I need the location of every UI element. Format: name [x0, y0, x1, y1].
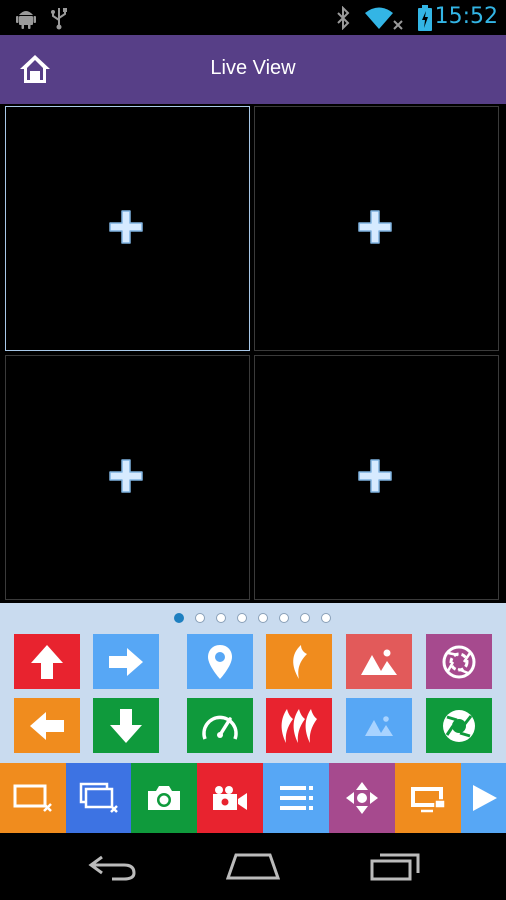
pan-left-button[interactable] — [14, 698, 80, 753]
iris-open-icon — [442, 645, 476, 678]
menu-icon — [280, 786, 313, 810]
record-icon — [213, 786, 247, 810]
ptz-controls — [0, 603, 506, 763]
back-icon[interactable] — [88, 853, 138, 881]
play-icon — [472, 785, 497, 811]
iris-open-button[interactable] — [426, 634, 492, 689]
page-dot[interactable] — [174, 613, 184, 623]
pan-right-button[interactable] — [93, 634, 159, 689]
focus-near-button[interactable] — [266, 634, 332, 689]
wifi-icon — [365, 7, 403, 30]
video-grid — [0, 104, 506, 603]
page-dot[interactable] — [321, 613, 331, 623]
bluetooth-icon — [337, 6, 350, 30]
page-title: Live View — [210, 57, 296, 79]
zoom-out-icon — [365, 715, 393, 736]
app-bar: Live View — [0, 35, 506, 104]
snapshot-button[interactable] — [131, 763, 197, 833]
arrow-up-icon — [31, 644, 63, 679]
ptz-button[interactable] — [329, 763, 395, 833]
page-dot[interactable] — [195, 613, 205, 623]
close-window-icon — [13, 784, 52, 812]
location-pin-icon — [208, 644, 232, 679]
page-dot[interactable] — [279, 613, 289, 623]
home-nav-icon[interactable] — [226, 851, 280, 881]
focus-icon — [293, 644, 307, 679]
page-dot[interactable] — [237, 613, 247, 623]
zoom-out-button[interactable] — [346, 698, 412, 753]
zoom-in-button[interactable] — [346, 634, 412, 689]
page-dot[interactable] — [216, 613, 226, 623]
record-button[interactable] — [197, 763, 263, 833]
page-dot[interactable] — [300, 613, 310, 623]
pan-down-button[interactable] — [93, 698, 159, 753]
close-all-icon — [79, 782, 118, 813]
add-icon[interactable] — [108, 209, 144, 245]
android-icon — [16, 11, 36, 29]
play-button[interactable] — [461, 763, 506, 833]
menu-button[interactable] — [263, 763, 329, 833]
arrow-left-icon — [30, 711, 64, 740]
preset-button[interactable] — [187, 634, 253, 689]
focus-far-button[interactable] — [266, 698, 332, 753]
recents-icon[interactable] — [370, 851, 420, 881]
iris-close-button[interactable] — [426, 698, 492, 753]
iris-close-icon — [443, 709, 475, 742]
screen-button[interactable] — [395, 763, 461, 833]
status-bar: 15:52 — [0, 0, 506, 35]
speed-button[interactable] — [187, 698, 253, 753]
page-dot[interactable] — [258, 613, 268, 623]
close-all-button[interactable] — [66, 763, 131, 833]
ptz-icon — [346, 782, 378, 814]
video-cell-3[interactable] — [5, 355, 250, 600]
bottom-toolbar — [0, 763, 506, 833]
speed-icon — [202, 715, 238, 740]
page-indicator — [0, 611, 506, 625]
camera-icon — [148, 786, 180, 810]
clock: 15:52 — [434, 4, 498, 29]
battery-icon — [418, 5, 432, 31]
usb-icon — [51, 8, 67, 30]
add-icon[interactable] — [357, 209, 393, 245]
focus-far-icon — [281, 708, 317, 743]
zoom-in-icon — [361, 649, 397, 675]
close-window-button[interactable] — [0, 763, 66, 833]
add-icon[interactable] — [357, 458, 393, 494]
add-icon[interactable] — [108, 458, 144, 494]
video-cell-1[interactable] — [5, 106, 250, 351]
video-cell-4[interactable] — [254, 355, 499, 600]
arrow-right-icon — [109, 647, 143, 676]
screen-icon — [411, 787, 446, 813]
pan-up-button[interactable] — [14, 634, 80, 689]
navigation-bar — [0, 833, 506, 900]
video-cell-2[interactable] — [254, 106, 499, 351]
arrow-down-icon — [110, 708, 142, 743]
